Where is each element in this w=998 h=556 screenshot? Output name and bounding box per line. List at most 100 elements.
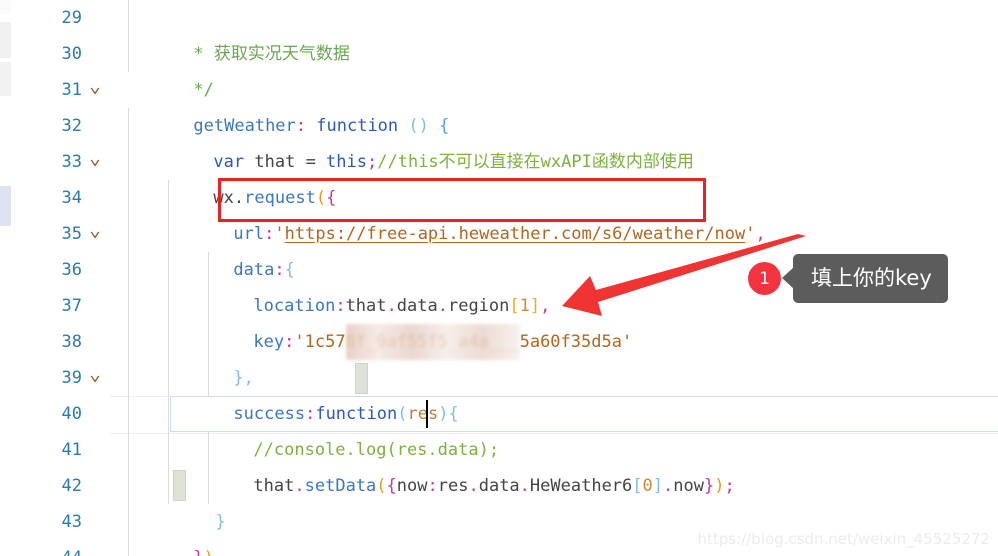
indent-guide [168, 180, 169, 504]
line-number: 36 [61, 260, 82, 280]
code-token: request [244, 188, 316, 208]
code-token: ( [397, 404, 408, 424]
code-token: } [193, 548, 203, 556]
code-token-group: that.setData({now:res.data.HeWeather6[0]… [171, 468, 734, 504]
line-number-row[interactable]: 37 [11, 288, 110, 324]
code-token: ) [714, 476, 725, 496]
chevron-down-icon[interactable]: ⌄ [84, 75, 106, 95]
code-token: { [386, 476, 397, 496]
line-number: 30 [61, 44, 82, 64]
code-token: success [233, 404, 306, 424]
code-token: now [396, 476, 428, 496]
line-number: 40 [61, 404, 82, 424]
line-number-row[interactable]: 41 [11, 432, 110, 468]
chevron-down-icon[interactable]: ⌄ [84, 147, 106, 167]
code-token: HeWeather6 [529, 476, 633, 496]
annotation-arrow [562, 234, 806, 316]
code-token: }, [233, 368, 254, 388]
code-token: data [233, 260, 275, 280]
code-token: that [253, 476, 295, 496]
code-token: ) [438, 404, 449, 424]
code-token: . [663, 476, 674, 496]
badge-label: 1 [759, 268, 770, 289]
chevron-down-icon[interactable]: ⌄ [84, 363, 106, 383]
code-token-group: key:'1c578f_9af55f5_a4a___5a60f35d5a' [171, 324, 632, 360]
line-number: 34 [61, 188, 82, 208]
code-token: now [673, 476, 704, 496]
code-token: key [253, 332, 285, 352]
watermark: https://blog.csdn.net/weixin_45525272 [697, 530, 990, 548]
code-token: region [447, 296, 510, 316]
ruler-mark [0, 186, 11, 226]
code-token: } [215, 512, 226, 532]
code-token: 1 [519, 296, 530, 316]
code-token: . [294, 476, 305, 496]
code-token: { [428, 116, 450, 136]
code-token: : [335, 296, 346, 316]
line-number-row[interactable]: 43 [11, 504, 110, 540]
line-number-row[interactable]: 39 ⌄ [11, 360, 110, 396]
line-number-row[interactable]: 35 ⌄ [11, 216, 110, 252]
code-token: { [448, 404, 459, 424]
code-token-group: var that = this;//this不可以直接在wxAPI函数内部使用 [171, 144, 693, 180]
line-number-row[interactable]: 38 [11, 324, 110, 360]
code-token: ( [315, 188, 327, 208]
ruler-mark [0, 62, 11, 96]
code-token: ' [621, 332, 633, 352]
line-number-row[interactable]: 32 [11, 108, 110, 144]
line-number-row[interactable]: 44 [11, 540, 110, 556]
code-token: . [386, 296, 397, 316]
code-token: [ [632, 476, 643, 496]
line-number-row[interactable]: 42 [11, 468, 110, 504]
code-token: ( [376, 476, 387, 496]
code-token-group: success:function(res){ [171, 396, 458, 432]
code-token: : [264, 224, 275, 244]
code-token: ' [274, 224, 285, 244]
line-number: 44 [62, 548, 82, 556]
line-number-row[interactable]: 36 [11, 252, 110, 288]
line-number-row[interactable]: 31 ⌄ [11, 72, 110, 108]
code-token-group: getWeather: function () { [171, 108, 449, 144]
indent-guide [128, 0, 129, 72]
line-number: 37 [61, 296, 82, 316]
line-number-row[interactable]: 30 [11, 36, 110, 72]
code-token: //console.log(res.data); [253, 440, 500, 460]
code-token-group: }) [171, 540, 214, 556]
code-token: ' [294, 332, 305, 352]
code-token: . [437, 296, 448, 316]
callout-tail [782, 267, 794, 289]
indent-guide [128, 108, 129, 556]
code-token: } [704, 476, 715, 496]
line-number-row[interactable]: 34 [11, 180, 110, 216]
code-token-group: location:that.data.region[1], [171, 288, 550, 324]
code-token: ] [529, 296, 541, 316]
code-token: * 获取实况天气数据 [193, 44, 350, 64]
code-token: wx [213, 188, 234, 208]
chevron-down-icon[interactable]: ⌄ [84, 219, 106, 239]
code-token: [ [509, 296, 520, 316]
code-token: = [305, 152, 316, 172]
code-token: . [468, 476, 479, 496]
code-token: : [274, 260, 285, 280]
line-number: 32 [61, 116, 82, 136]
code-token: //this不可以直接在wxAPI函数内部使用 [377, 152, 694, 172]
line-number-row[interactable]: 29 [11, 0, 110, 36]
code-token: function [306, 116, 409, 136]
code-token: */ [193, 80, 214, 100]
api-key-suffix: 5a60f35d5a [519, 332, 622, 352]
code-token: ; [367, 152, 378, 172]
line-number: 35 [61, 224, 82, 244]
line-number: 31 [61, 80, 82, 100]
line-number-row[interactable]: 33 ⌄ [11, 144, 110, 180]
line-number: 42 [61, 476, 82, 496]
line-number-row[interactable]: 40 [11, 396, 110, 432]
code-token: { [326, 188, 337, 208]
text-cursor [426, 400, 428, 428]
code-token: res [437, 476, 469, 496]
code-token: function [315, 404, 398, 424]
code-token: url [233, 224, 265, 244]
code-token-group: wx.request({ [171, 180, 336, 216]
annotation-callout: 填上你的key [782, 254, 948, 303]
api-key-prefix: 1c57 [304, 332, 346, 352]
line-number: 41 [61, 440, 82, 460]
